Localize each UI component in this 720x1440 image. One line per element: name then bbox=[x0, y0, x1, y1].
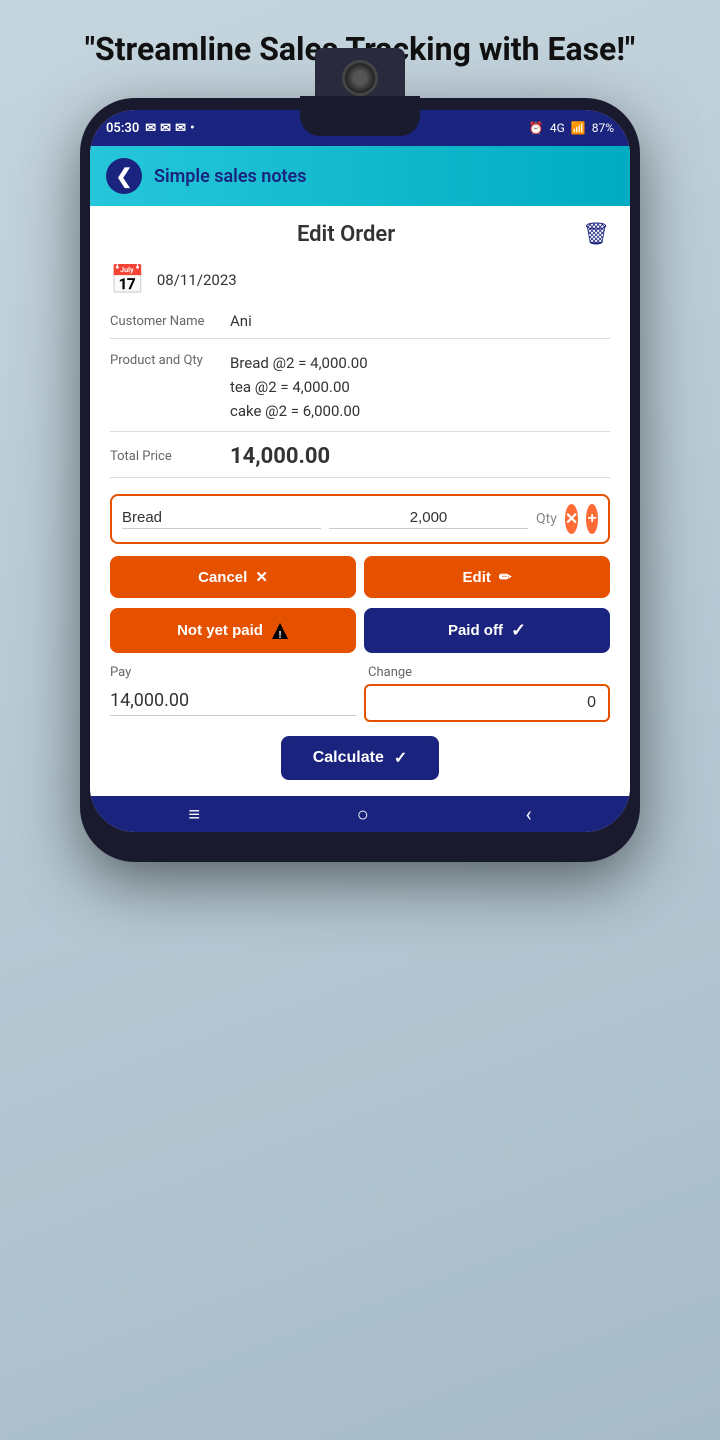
customer-name-label: Customer Name bbox=[110, 312, 230, 329]
page-title: Edit Order bbox=[110, 222, 582, 247]
product-label: Product and Qty bbox=[110, 351, 230, 368]
calculate-label: Calculate bbox=[313, 749, 384, 767]
time-display: 05:30 bbox=[106, 121, 139, 136]
mail-icon-3: ✉ bbox=[175, 121, 186, 136]
total-price-row: Total Price 14,000.00 bbox=[110, 444, 610, 478]
app-header: ❮ Simple sales notes bbox=[90, 146, 630, 206]
paid-off-button[interactable]: Paid off ✓ bbox=[364, 608, 610, 653]
payment-status-buttons: Not yet paid ! Paid off ✓ bbox=[110, 608, 610, 653]
remove-product-button[interactable]: ✕ bbox=[565, 504, 578, 534]
network-label: 4G bbox=[550, 121, 565, 135]
product-list: Bread @2 = 4,000.00 tea @2 = 4,000.00 ca… bbox=[230, 351, 610, 423]
calculate-button[interactable]: Calculate ✓ bbox=[281, 736, 440, 780]
notification-icons: ✉ ✉ ✉ • bbox=[145, 121, 194, 136]
phone-frame: 05:30 ✉ ✉ ✉ • ⏰ 4G 📶 87% bbox=[80, 98, 640, 862]
back-icon: ❮ bbox=[116, 164, 133, 188]
qty-label: Qty bbox=[536, 511, 557, 527]
customer-name-row: Customer Name Ani bbox=[110, 312, 610, 339]
paid-off-label: Paid off bbox=[448, 622, 503, 639]
checkmark-icon: ✓ bbox=[511, 620, 526, 641]
pay-label: Pay bbox=[110, 665, 356, 680]
product-item-2: tea @2 = 4,000.00 bbox=[230, 375, 610, 399]
page-wrapper: "Streamline Sales Tracking with Ease!" 0… bbox=[0, 0, 720, 1440]
content-area: Edit Order 🗑 📅 08/11/2023 Customer Name … bbox=[90, 206, 630, 796]
total-price-label: Total Price bbox=[110, 449, 230, 464]
pay-change-labels: Pay Change bbox=[110, 665, 610, 680]
alarm-icon: ⏰ bbox=[529, 121, 544, 135]
product-item-3: cake @2 = 6,000.00 bbox=[230, 399, 610, 423]
not-yet-paid-label: Not yet paid bbox=[177, 622, 263, 639]
warning-triangle-icon: ! bbox=[271, 622, 289, 640]
back-button[interactable]: ❮ bbox=[106, 158, 142, 194]
dot-icon: • bbox=[190, 121, 195, 136]
product-name-input[interactable] bbox=[122, 509, 321, 529]
pay-change-section: Pay Change 14,000.00 Calculate ✓ bbox=[110, 665, 610, 780]
cancel-icon: ✕ bbox=[255, 568, 268, 586]
battery-display: 87% bbox=[592, 121, 614, 135]
edit-order-header: Edit Order 🗑 bbox=[110, 222, 610, 247]
pay-value: 14,000.00 bbox=[110, 690, 356, 716]
back-nav-item[interactable]: ‹ bbox=[526, 802, 532, 826]
home-nav-item[interactable]: ○ bbox=[357, 802, 369, 827]
price-input[interactable] bbox=[329, 509, 528, 529]
mail-icon-2: ✉ bbox=[160, 121, 171, 136]
cancel-button[interactable]: Cancel ✕ bbox=[110, 556, 356, 598]
phone-inner: 05:30 ✉ ✉ ✉ • ⏰ 4G 📶 87% bbox=[90, 110, 630, 832]
edit-button[interactable]: Edit ✏ bbox=[364, 556, 610, 598]
change-input[interactable] bbox=[364, 684, 610, 722]
customer-name-value: Ani bbox=[230, 312, 610, 330]
calendar-icon: 📅 bbox=[110, 263, 145, 296]
change-label: Change bbox=[364, 665, 610, 680]
bottom-nav: ≡ ○ ‹ bbox=[90, 796, 630, 832]
app-title: Simple sales notes bbox=[154, 166, 307, 187]
total-price-value: 14,000.00 bbox=[230, 444, 330, 469]
svg-text:!: ! bbox=[278, 630, 281, 640]
delete-button[interactable]: 🗑 bbox=[582, 222, 610, 247]
status-bar: 05:30 ✉ ✉ ✉ • ⏰ 4G 📶 87% bbox=[90, 110, 630, 146]
date-row: 📅 08/11/2023 bbox=[110, 263, 610, 296]
action-buttons: Cancel ✕ Edit ✏ bbox=[110, 556, 610, 598]
camera-bump bbox=[315, 48, 405, 108]
camera-lens bbox=[342, 60, 378, 96]
status-right: ⏰ 4G 📶 87% bbox=[529, 121, 614, 135]
pencil-icon: ✏ bbox=[499, 568, 512, 586]
mail-icon-1: ✉ bbox=[145, 121, 156, 136]
product-input-row: Qty ✕ + bbox=[110, 494, 610, 544]
not-yet-paid-button[interactable]: Not yet paid ! bbox=[110, 608, 356, 653]
status-left: 05:30 ✉ ✉ ✉ • bbox=[106, 121, 195, 136]
product-item-1: Bread @2 = 4,000.00 bbox=[230, 351, 610, 375]
signal-icon: 📶 bbox=[571, 121, 586, 135]
edit-label: Edit bbox=[463, 569, 491, 586]
product-row: Product and Qty Bread @2 = 4,000.00 tea … bbox=[110, 351, 610, 432]
cancel-label: Cancel bbox=[198, 569, 247, 586]
date-display: 08/11/2023 bbox=[157, 271, 237, 289]
pay-change-inputs: 14,000.00 bbox=[110, 684, 610, 722]
menu-nav-item[interactable]: ≡ bbox=[188, 802, 200, 827]
calculate-check-icon: ✓ bbox=[394, 748, 407, 768]
add-product-button[interactable]: + bbox=[586, 504, 598, 534]
